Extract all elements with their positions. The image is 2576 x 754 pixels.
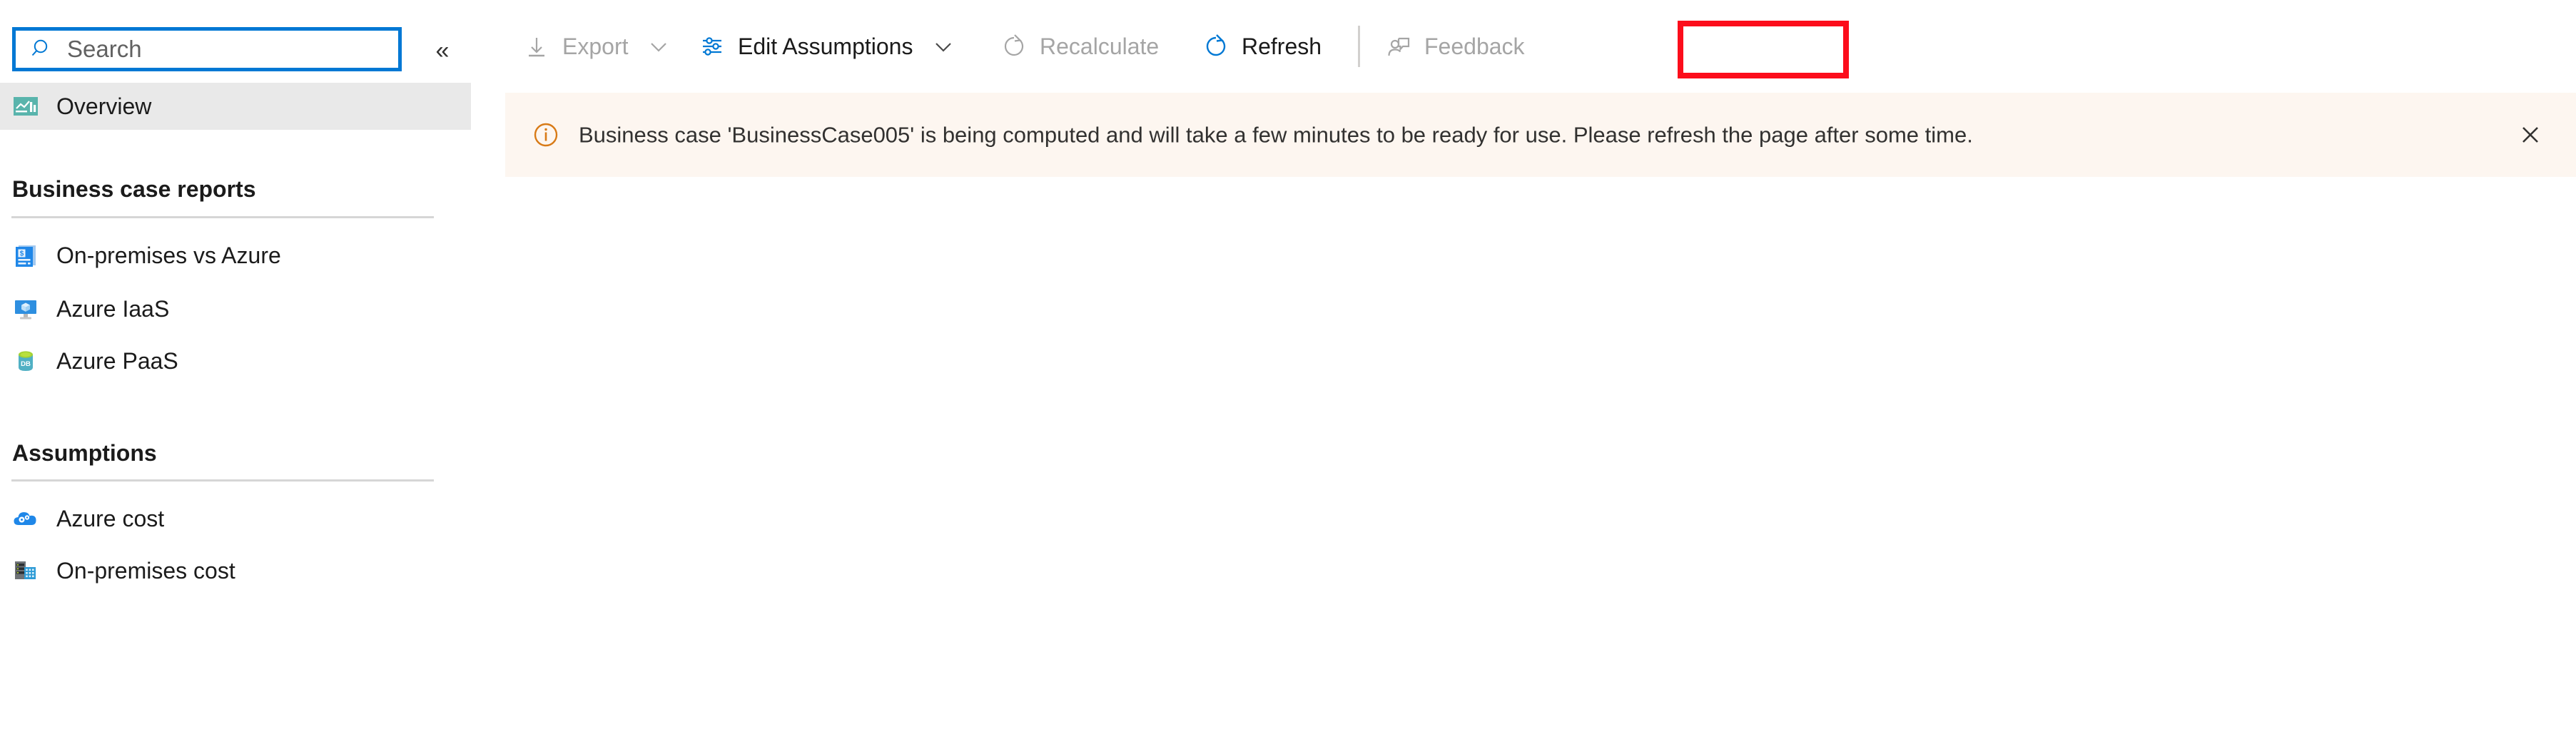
- export-button[interactable]: Export: [522, 24, 671, 68]
- search-box[interactable]: [12, 27, 402, 71]
- sliders-icon: [698, 32, 726, 61]
- search-row: «: [0, 27, 471, 71]
- info-circle-icon: [530, 119, 562, 151]
- sidebar-item-on-premises-vs-azure[interactable]: $ On-premises vs Azure: [0, 232, 471, 279]
- sidebar-item-azure-paas[interactable]: DB Azure PaaS: [0, 337, 471, 384]
- sidebar-section-title-business-case-reports: Business case reports: [12, 176, 256, 202]
- svg-text:$: $: [20, 250, 24, 258]
- info-banner: Business case 'BusinessCase005' is being…: [505, 93, 2576, 177]
- sidebar-section-divider-2: [11, 479, 434, 482]
- app-root: « Overview Business case reports: [0, 0, 2576, 754]
- feedback-button[interactable]: Feedback: [1384, 24, 1525, 68]
- refresh-highlight-annotation: [1678, 21, 1849, 78]
- sidebar-item-overview[interactable]: Overview: [0, 83, 471, 130]
- sidebar-item-label: Overview: [56, 93, 152, 119]
- sidebar-item-label: Azure IaaS: [56, 296, 170, 322]
- info-banner-message: Business case 'BusinessCase005' is being…: [579, 122, 1973, 148]
- sidebar-item-on-premises-cost[interactable]: On-premises cost: [0, 547, 471, 594]
- sidebar-item-label: Azure PaaS: [56, 348, 178, 374]
- sidebar-section-divider-1: [11, 216, 434, 218]
- chevron-down-icon[interactable]: [931, 34, 955, 58]
- database-icon: DB: [12, 347, 39, 375]
- search-input[interactable]: [67, 36, 367, 63]
- sidebar-collapse-button[interactable]: «: [422, 37, 462, 64]
- export-label: Export: [562, 34, 629, 59]
- svg-text:DB: DB: [21, 360, 31, 368]
- edit-assumptions-label: Edit Assumptions: [738, 34, 913, 59]
- sidebar: « Overview Business case reports: [0, 0, 471, 754]
- invoice-dollar-icon: $: [12, 242, 39, 269]
- chevron-down-icon[interactable]: [646, 34, 671, 58]
- report-analytics-icon: [12, 93, 39, 120]
- virtual-machine-icon: [12, 295, 39, 322]
- server-building-icon: [12, 557, 39, 584]
- chevron-double-left-icon: «: [435, 37, 450, 64]
- feedback-label: Feedback: [1424, 34, 1525, 59]
- sidebar-item-label: On-premises vs Azure: [56, 243, 281, 268]
- sidebar-item-azure-cost[interactable]: Azure cost: [0, 495, 471, 542]
- search-icon: [31, 37, 56, 61]
- close-icon[interactable]: [2513, 118, 2547, 152]
- sidebar-item-label: On-premises cost: [56, 558, 235, 584]
- cloud-gear-icon: [12, 505, 39, 532]
- sidebar-item-label: Azure cost: [56, 506, 165, 531]
- person-feedback-icon: [1384, 32, 1413, 61]
- sidebar-item-azure-iaas[interactable]: Azure IaaS: [0, 285, 471, 332]
- sidebar-section-title-assumptions: Assumptions: [12, 440, 157, 466]
- command-toolbar: Export Edit Assumptions Recalculate Refr…: [500, 0, 2576, 93]
- toolbar-separator: [1358, 26, 1360, 67]
- recalculate-button[interactable]: Recalculate: [1000, 24, 1159, 68]
- refresh-button[interactable]: Refresh: [1202, 24, 1322, 68]
- refresh-label: Refresh: [1242, 34, 1322, 59]
- refresh-circle-icon: [1202, 32, 1230, 61]
- download-icon: [522, 32, 551, 61]
- edit-assumptions-button[interactable]: Edit Assumptions: [698, 24, 955, 68]
- recalculate-label: Recalculate: [1040, 34, 1160, 59]
- refresh-circle-icon: [1000, 32, 1028, 61]
